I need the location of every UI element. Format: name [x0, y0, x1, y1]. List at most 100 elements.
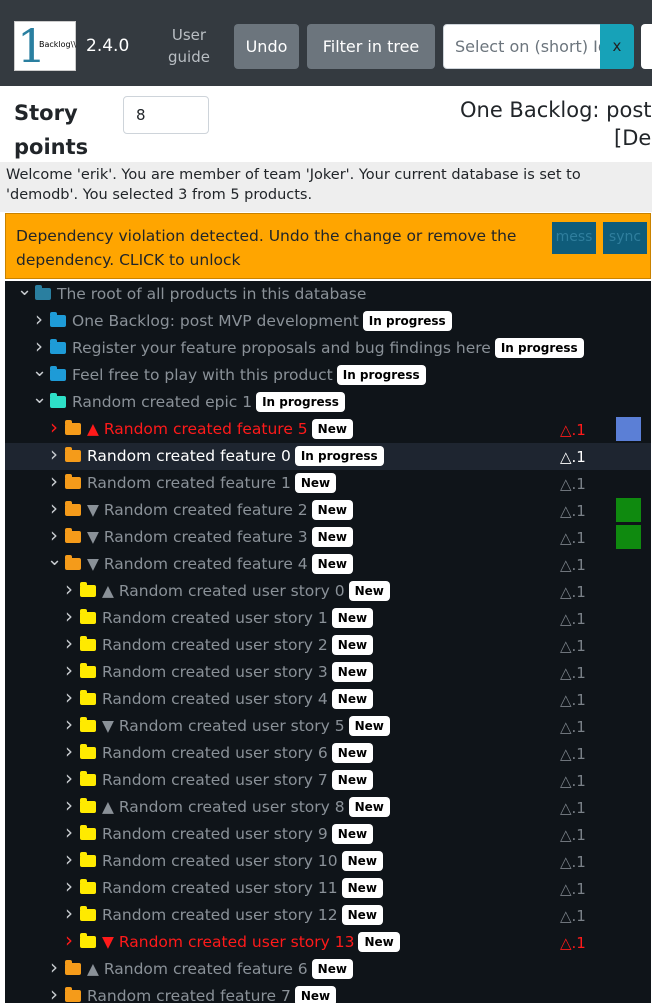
chevron-right-icon[interactable]: › [62, 903, 76, 923]
chevron-right-icon[interactable]: › [47, 957, 61, 977]
tree-node-label[interactable]: Random created feature 1 New [87, 472, 337, 494]
tree-row[interactable]: › Random created feature 0 In progress △.1 [5, 443, 651, 470]
tree-row[interactable]: › ▲ Random created feature 6 New [5, 956, 651, 983]
folder-icon [80, 663, 96, 678]
tree-row[interactable]: › Random created user story 6 New △.1 [5, 740, 651, 767]
filter-in-tree-button[interactable]: Filter in tree [307, 24, 435, 69]
tree-node-label[interactable]: Random created feature 7 New [87, 985, 337, 1003]
tree-node-label[interactable]: The root of all products in this databas… [57, 283, 366, 305]
tree-row[interactable]: › One Backlog: post MVP development In pro… [5, 308, 651, 335]
alert-text[interactable]: Dependency violation detected. Undo the … [16, 224, 536, 272]
tree-row[interactable]: › Random created user story 4 New △.1 [5, 686, 651, 713]
tree-node-label[interactable]: ▼ Random created feature 2 New [87, 499, 353, 521]
chevron-right-icon[interactable]: › [62, 768, 76, 788]
undo-button[interactable]: Undo [234, 24, 299, 69]
tree-row[interactable]: › Random created user story 12 New △.1 [5, 902, 651, 929]
chevron-down-icon[interactable]: ⌄ [32, 362, 47, 380]
tree-row[interactable]: › ▲ Random created user story 8 New △.1 [5, 794, 651, 821]
tree-row[interactable]: › Random created user story 3 New △.1 [5, 659, 651, 686]
tree-row[interactable]: › ▼ Random created user story 5 New △.1 [5, 713, 651, 740]
chevron-right-icon[interactable]: › [47, 471, 61, 491]
chevron-right-icon[interactable]: › [62, 795, 76, 815]
tree-node-label[interactable]: Feel free to play with this product In pr… [72, 364, 426, 386]
tree-row[interactable]: › Random created user story 2 New △.1 [5, 632, 651, 659]
tree-row[interactable]: › ▼ Random created user story 13 New △.1 [5, 929, 651, 956]
chevron-down-icon[interactable]: ⌄ [47, 551, 62, 569]
tree-node-label[interactable]: Register your feature proposals and bug … [72, 337, 584, 359]
tree-node-label[interactable]: ▲ Random created feature 5 New [87, 418, 353, 440]
chevron-right-icon[interactable]: › [62, 687, 76, 707]
clear-select-button[interactable]: x [600, 24, 634, 69]
tree-node-label[interactable]: Random created epic 1 In progress [72, 391, 345, 413]
tree-row[interactable]: › Random created user story 1 New △.1 [5, 605, 651, 632]
tree-row[interactable]: › Register your feature proposals and bug… [5, 335, 651, 362]
mess-button[interactable]: mess [552, 222, 596, 254]
tree-node-label[interactable]: Random created user story 10 New [102, 850, 383, 872]
tree-node-label[interactable]: Random created user story 4 New [102, 688, 374, 710]
tree-node-label[interactable]: Random created user story 12 New [102, 904, 383, 926]
welcome-message: Welcome 'erik'. You are member of team '… [0, 162, 652, 212]
tree-node-label[interactable]: ▲ Random created user story 0 New [102, 580, 390, 602]
tree-node-label[interactable]: ▼ Random created feature 4 New [87, 553, 353, 575]
chevron-right-icon[interactable]: › [47, 417, 61, 437]
tree-node-label[interactable]: Random created user story 2 New [102, 634, 374, 656]
tree-node-label[interactable]: ▲ Random created feature 6 New [87, 958, 353, 980]
tree-node-label[interactable]: ▼ Random created feature 3 New [87, 526, 353, 548]
status-badge: New [348, 581, 390, 601]
tree-node-label[interactable]: Random created user story 9 New [102, 823, 374, 845]
select-id-input[interactable]: Select on (short) Id [443, 24, 601, 69]
tree-node-label[interactable]: Random created feature 0 In progress [87, 445, 384, 467]
tree-row[interactable]: › ▲ Random created feature 5 New △.1 [5, 416, 651, 443]
tree-node-label[interactable]: ▲ Random created user story 8 New [102, 796, 390, 818]
chevron-right-icon[interactable]: › [47, 525, 61, 545]
tree-node-label[interactable]: ▼ Random created user story 5 New [102, 715, 390, 737]
dependency-violation-alert[interactable]: Dependency violation detected. Undo the … [5, 213, 651, 279]
chevron-right-icon[interactable]: › [47, 984, 61, 1003]
chevron-right-icon[interactable]: › [47, 498, 61, 518]
tree-row[interactable]: ⌄ ▼ Random created feature 4 New △.1 [5, 551, 651, 578]
tree-node-label[interactable]: Random created user story 6 New [102, 742, 374, 764]
tree-row[interactable]: ⌄ The root of all products in this databa… [5, 281, 651, 308]
chevron-right-icon[interactable]: › [62, 741, 76, 761]
tree-node-label[interactable]: One Backlog: post MVP development In prog… [72, 310, 452, 332]
folder-icon [65, 960, 81, 975]
tree-node-label[interactable]: Random created user story 3 New [102, 661, 374, 683]
tree-row[interactable]: ⌄ Feel free to play with this product In p… [5, 362, 651, 389]
chevron-right-icon[interactable]: › [62, 876, 76, 896]
tree-row[interactable]: ⌄ Random created epic 1 In progress [5, 389, 651, 416]
tree-row[interactable]: › ▼ Random created feature 2 New △.1 [5, 497, 651, 524]
chevron-right-icon[interactable]: › [32, 309, 46, 329]
tree-node-label[interactable]: Random created user story 7 New [102, 769, 374, 791]
user-guide-link[interactable]: User guide [166, 24, 212, 68]
chevron-right-icon[interactable]: › [62, 849, 76, 869]
chevron-right-icon[interactable]: › [62, 660, 76, 680]
story-points-label: Story points [14, 101, 89, 159]
chevron-down-icon[interactable]: ⌄ [17, 281, 32, 299]
story-points-input[interactable]: 8 [123, 96, 209, 134]
chevron-right-icon[interactable]: › [62, 579, 76, 599]
tree-row[interactable]: › Random created feature 1 New △.1 [5, 470, 651, 497]
tree-row[interactable]: › Random created user story 10 New △.1 [5, 848, 651, 875]
chevron-right-icon[interactable]: › [62, 633, 76, 653]
chevron-right-icon[interactable]: › [62, 822, 76, 842]
tree-row[interactable]: › ▼ Random created feature 3 New △.1 [5, 524, 651, 551]
app-logo[interactable]: 1 Backlog\\ [14, 19, 76, 73]
tree-node-label[interactable]: Random created user story 1 New [102, 607, 374, 629]
tree-row[interactable]: › ▲ Random created user story 0 New △.1 [5, 578, 651, 605]
chevron-right-icon[interactable]: › [32, 336, 46, 356]
tree-node-label[interactable]: Random created user story 11 New [102, 877, 383, 899]
status-badge: New [358, 932, 400, 952]
tree-node-label[interactable]: ▼ Random created user story 13 New [102, 931, 400, 953]
tree-row[interactable]: › Random created user story 9 New △.1 [5, 821, 651, 848]
chevron-right-icon[interactable]: › [62, 606, 76, 626]
navbar-overflow-button[interactable] [641, 24, 652, 69]
tree-row[interactable]: › Random created feature 7 New [5, 983, 651, 1003]
chevron-down-icon[interactable]: ⌄ [32, 389, 47, 407]
chevron-right-icon[interactable]: › [47, 444, 61, 464]
tree-row[interactable]: › Random created user story 11 New △.1 [5, 875, 651, 902]
chevron-right-icon[interactable]: › [62, 714, 76, 734]
chevron-right-icon[interactable]: › [62, 930, 76, 950]
sync-button[interactable]: sync [603, 222, 647, 254]
product-tree[interactable]: ⌄ The root of all products in this databa… [5, 281, 651, 1003]
tree-row[interactable]: › Random created user story 7 New △.1 [5, 767, 651, 794]
